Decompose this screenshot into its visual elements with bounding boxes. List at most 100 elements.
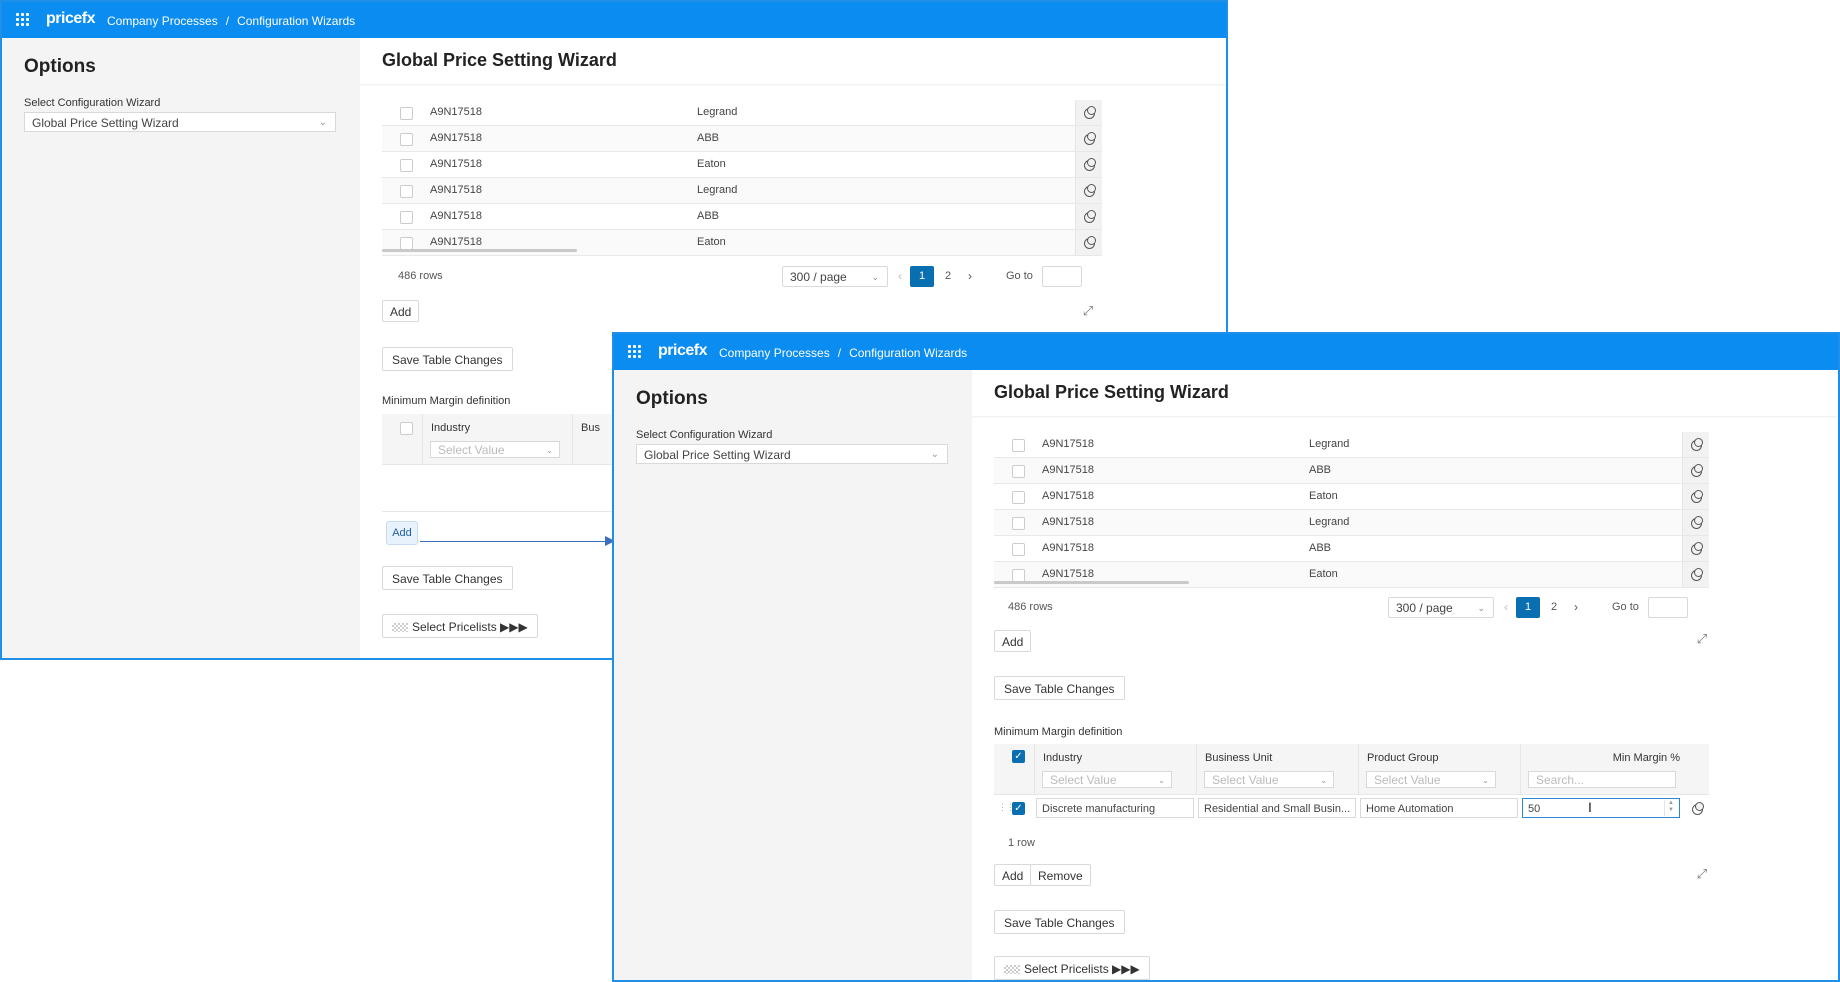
business-unit-cell[interactable]: Residential and Small Busin... [1198,798,1356,818]
product-group-cell[interactable]: Home Automation [1360,798,1518,818]
min-margin-search-placeholder: Search... [1536,773,1585,787]
select-all-checkbox[interactable]: ✓ [1012,750,1025,763]
min-margin-row: ⋮⋮ ✓ Discrete manufacturing Residential … [994,796,1709,821]
breadcrumb-company-processes[interactable]: Company Processes [107,14,218,28]
apps-grid-icon[interactable] [16,13,30,27]
save-table-changes-button[interactable]: Save Table Changes [994,910,1125,934]
top-bar: pricefx Company Processes / Configuration … [614,334,1838,370]
row-checkbox[interactable] [1012,491,1025,504]
add-button[interactable]: Add [382,300,420,322]
row-id: A9N17518 [430,158,482,170]
prev-page-icon[interactable]: ‹ [898,266,902,287]
select-pricelists-label: Select Pricelists ▶▶▶ [1024,962,1140,976]
page-2-button[interactable]: 2 [945,266,951,287]
chevron-down-icon: ⌄ [871,272,879,282]
add-button[interactable]: Add [994,864,1032,886]
row-checkbox[interactable] [1012,543,1025,556]
page-title: Global Price Setting Wizard [382,50,617,70]
page-size-select[interactable]: 300 / page ⌄ [782,266,888,287]
save-table-changes-button[interactable]: Save Table Changes [382,347,513,371]
business-unit-filter[interactable]: Select Value ⌄ [1204,771,1334,788]
min-margin-input[interactable]: 50 ▲ ▼ [1522,798,1680,818]
product-group-column: Product Group Select Value ⌄ [1358,744,1521,794]
wizard-select[interactable]: Global Price Setting Wizard ⌄ [24,112,336,132]
row-action[interactable] [1075,100,1102,125]
row-checkbox[interactable] [400,211,413,224]
row-action[interactable] [1682,458,1709,483]
breadcrumb-company-processes[interactable]: Company Processes [719,346,830,360]
breadcrumb-configuration-wizards[interactable]: Configuration Wizards [849,346,967,360]
product-group-filter[interactable]: Select Value ⌄ [1366,771,1496,788]
row-action[interactable] [1075,230,1102,255]
remove-button[interactable]: Remove [1030,864,1091,886]
add-button-highlighted[interactable]: Add [386,521,418,545]
row-checkbox[interactable] [400,159,413,172]
industry-filter-placeholder: Select Value [1050,773,1117,787]
page-size-select[interactable]: 300 / page ⌄ [1388,597,1494,618]
wizard-select[interactable]: Global Price Setting Wizard ⌄ [636,444,948,464]
chevron-down-icon: ⌄ [318,117,327,128]
row-action[interactable] [1075,152,1102,177]
row-action[interactable] [1075,178,1102,203]
row-brand: ABB [1309,542,1332,554]
wizard-select-value: Global Price Setting Wizard [644,448,791,462]
row-id: A9N17518 [430,106,482,118]
row-id: A9N17518 [1042,542,1094,554]
apps-grid-icon[interactable] [628,345,642,359]
row-checkbox[interactable] [1012,439,1025,452]
row-id: A9N17518 [1042,438,1094,450]
row-action[interactable] [1075,204,1102,229]
row-action[interactable] [1682,510,1709,535]
horizontal-scrollbar[interactable] [382,249,577,252]
row-checkbox[interactable] [1012,465,1025,478]
row-action[interactable] [1075,126,1102,151]
table-row: A9N17518 Legrand [994,510,1709,536]
row-checkbox[interactable] [400,133,413,146]
row-checkbox[interactable]: ✓ [1012,802,1025,815]
select-all-checkbox[interactable] [400,422,413,435]
add-button[interactable]: Add [994,630,1032,652]
text-cursor-icon: I [1588,799,1592,815]
row-action[interactable] [1684,796,1709,821]
industry-cell[interactable]: Discrete manufacturing [1036,798,1194,818]
select-pricelists-button[interactable]: Select Pricelists ▶▶▶ [994,956,1150,980]
horizontal-scrollbar[interactable] [994,581,1189,584]
page-2-button[interactable]: 2 [1551,597,1557,618]
next-page-icon[interactable]: › [968,266,972,287]
checker-icon [1004,965,1020,975]
row-action[interactable] [1682,536,1709,561]
save-table-changes-button[interactable]: Save Table Changes [994,676,1125,700]
industry-filter[interactable]: Select Value ⌄ [1042,771,1172,788]
row-action[interactable] [1682,562,1709,587]
sidebar: Options Select Configuration Wizard Glob… [614,370,972,980]
row-checkbox[interactable] [400,107,413,120]
expand-icon[interactable]: ⤢ [1694,866,1710,882]
min-margin-header: ✓ Industry Select Value ⌄ Business Unit S… [994,744,1709,795]
industry-column: Industry Select Value ⌄ [1034,744,1197,794]
expand-icon[interactable]: ⤢ [1080,303,1096,319]
select-pricelists-label: Select Pricelists ▶▶▶ [412,620,528,634]
row-checkbox[interactable] [1012,517,1025,530]
goto-input[interactable] [1042,266,1082,287]
industry-filter[interactable]: Select Value ⌄ [430,441,560,458]
prev-page-icon[interactable]: ‹ [1504,597,1508,618]
number-stepper-icon[interactable]: ▲ ▼ [1664,800,1677,816]
rows-count: 486 rows [398,270,443,282]
next-page-icon[interactable]: › [1574,597,1578,618]
row-checkbox[interactable] [400,185,413,198]
page-1-button[interactable]: 1 [1516,597,1540,618]
row-id: A9N17518 [1042,464,1094,476]
row-action[interactable] [1682,432,1709,457]
row-action[interactable] [1682,484,1709,509]
select-pricelists-button[interactable]: Select Pricelists ▶▶▶ [382,614,538,638]
breadcrumb-configuration-wizards[interactable]: Configuration Wizards [237,14,355,28]
chevron-down-icon: ⌄ [1482,776,1489,785]
goto-input[interactable] [1648,597,1688,618]
save-table-changes-button[interactable]: Save Table Changes [382,566,513,590]
copy-icon [1691,438,1703,451]
row-brand: Eaton [697,236,726,248]
expand-icon[interactable]: ⤢ [1694,631,1710,647]
page-1-button[interactable]: 1 [910,266,934,287]
min-margin-search[interactable]: Search... [1528,771,1676,788]
main-header: Global Price Setting Wizard [360,38,1226,84]
